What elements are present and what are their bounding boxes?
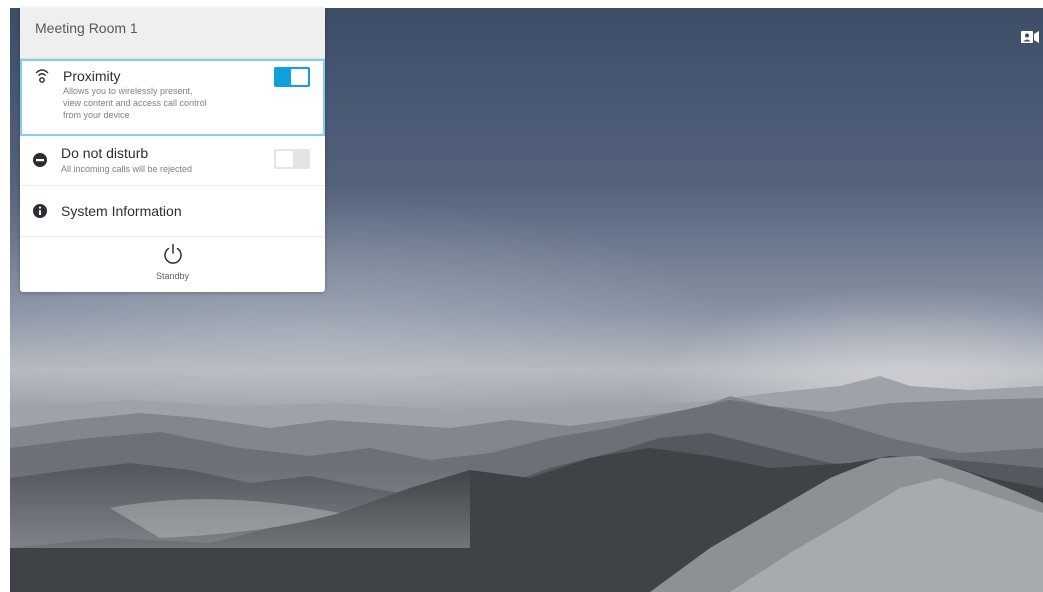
panel-header: Meeting Room 1 xyxy=(20,8,325,59)
proximity-description: Allows you to wirelessly present, view c… xyxy=(63,85,263,121)
proximity-description-line: from your device xyxy=(63,110,130,120)
self-view-icon[interactable] xyxy=(1021,30,1039,44)
do-not-disturb-title: Do not disturb xyxy=(61,145,149,161)
standby-label: Standby xyxy=(155,271,190,281)
proximity-description-line: view content and access call control xyxy=(63,98,207,108)
proximity-row[interactable]: Proximity Allows you to wirelessly prese… xyxy=(20,59,325,136)
standby-button[interactable]: Standby xyxy=(20,237,325,290)
toggle-knob xyxy=(276,151,293,167)
room-name: Meeting Room 1 xyxy=(35,20,138,36)
proximity-icon xyxy=(35,69,49,83)
info-circle-icon xyxy=(33,204,47,218)
proximity-description-line: Allows you to wirelessly present, xyxy=(63,86,193,96)
system-information-title: System Information xyxy=(61,203,182,219)
settings-panel: Meeting Room 1 Proximity Allows you to w… xyxy=(20,8,325,292)
system-information-row[interactable]: System Information xyxy=(20,186,325,237)
proximity-title: Proximity xyxy=(63,68,121,84)
minus-circle-icon xyxy=(33,153,47,167)
do-not-disturb-description: All incoming calls will be rejected xyxy=(61,164,193,174)
do-not-disturb-row[interactable]: Do not disturb All incoming calls will b… xyxy=(20,136,325,186)
toggle-knob xyxy=(291,69,308,85)
proximity-toggle[interactable] xyxy=(274,67,310,87)
do-not-disturb-toggle[interactable] xyxy=(274,149,310,169)
power-icon xyxy=(164,243,182,264)
